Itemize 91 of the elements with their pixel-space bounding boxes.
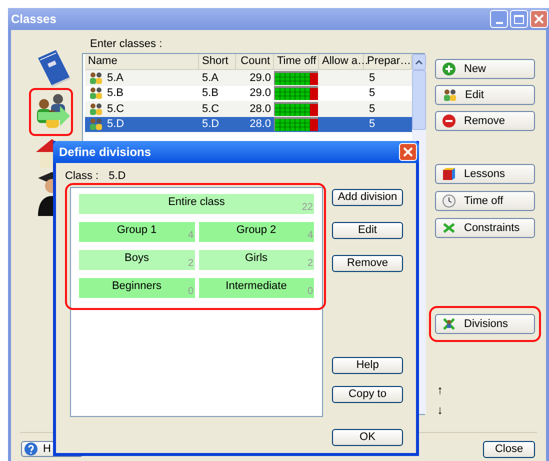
table-cell-text: 5.D [107,117,124,132]
table-cell: 5.D [202,118,220,130]
help-icon [24,442,38,456]
dialog-title: Define divisions [59,144,152,161]
section-label: Enter classes : [90,38,162,52]
minus-icon [442,114,456,128]
time-off-bar [274,117,318,132]
minimize-button[interactable] [490,10,508,28]
column-header[interactable]: Short [199,54,236,69]
plus-icon [442,62,456,76]
tile-label: Girls [244,250,268,266]
move-down-arrow[interactable]: ↓ [437,404,443,416]
action-button[interactable]: Edit [435,85,535,105]
cube-icon [442,167,456,181]
maximize-button[interactable] [510,10,528,28]
member-count: 2 [188,257,194,271]
member-count: 4 [188,229,194,243]
member-count: 22 [302,201,313,215]
action-button[interactable]: Remove [435,111,535,131]
table-cell: 5.C [202,102,220,114]
dialog-button[interactable]: Edit [332,222,403,239]
action-button[interactable]: Divisions [435,314,535,334]
people-icon [88,70,103,85]
table-cell-text: 28.0 [250,102,271,116]
member-count: 2 [307,257,313,271]
table-cell-text: 5.A [107,70,124,86]
table-cell-text: 29.0 [250,86,271,101]
table-row[interactable]: 5.A 5.A 29.0 5 [85,70,412,86]
close-button[interactable] [399,143,417,161]
action-button[interactable]: Time off [435,191,535,211]
dialog-button[interactable]: Help [332,357,403,374]
action-button[interactable]: Constraints [435,218,535,238]
action-button[interactable]: Lessons [435,164,535,184]
table-cell-text: 29.0 [250,70,271,86]
time-off-bar [274,70,318,85]
member-count: 4 [307,229,313,243]
time-off-bar [274,86,318,100]
class-label: Class : [65,168,99,184]
tile-label: Group 2 [236,222,276,238]
people-icon [88,102,103,116]
move-up-arrow[interactable]: ↑ [437,384,443,396]
tile-label: Boys [124,250,149,266]
tile-label: Entire class [168,194,225,210]
scroll-up-button[interactable] [412,54,426,70]
table-row[interactable]: 5.C 5.C 28.0 5 [85,101,412,116]
caret-icon [415,60,423,64]
division-tile[interactable]: Group 1 4 [79,222,194,242]
people-icon [88,86,103,100]
time-off-bar [274,102,318,116]
dialog-button[interactable]: Copy to [332,386,403,403]
division-tile[interactable]: Intermediate 0 [198,278,314,298]
table-cell: 5 [369,72,376,84]
table-cell: 5 [369,118,376,130]
dialog-button[interactable]: Add division [332,189,403,206]
member-count: 0 [307,285,313,299]
people-icon [442,88,457,102]
people-icon [88,117,103,132]
division-tile[interactable]: Boys 2 [79,250,194,270]
column-header[interactable]: Count [236,54,274,69]
tile-label: Group 1 [116,222,157,238]
division-tile[interactable]: Girls 2 [198,250,314,270]
close-button[interactable]: Close [483,441,535,458]
division-tile[interactable]: Beginners 0 [79,278,194,298]
division-tile[interactable]: Group 2 4 [198,222,314,242]
table-cell-text: 5.B [107,86,124,101]
close-button[interactable] [530,10,548,28]
window-title: Classes [11,11,58,28]
ok-button[interactable]: OK [332,429,403,446]
column-header[interactable]: Name [85,54,199,69]
table-cell: 5 [369,87,376,99]
table-cell-text: 28.0 [250,117,271,132]
table-cell-text: 5.C [107,102,124,116]
table-cell: 5.B [202,87,219,99]
table-cell: 5.A [202,72,219,84]
close-icon [534,14,544,24]
crossed-arrows-icon [442,221,456,235]
table-cell: 5 [369,102,376,114]
member-count: 0 [188,285,194,299]
action-button[interactable]: New [435,59,535,79]
table-row[interactable]: 5.B 5.B 29.0 5 [85,86,412,101]
close-icon [403,147,413,157]
clock-icon [442,194,456,208]
column-header[interactable]: Time off [274,54,319,69]
divisions-icon [442,317,456,331]
dialog-button[interactable]: Remove [332,255,403,272]
scroll-thumb[interactable] [412,70,426,130]
tile-label: Beginners [112,278,162,294]
table-row[interactable]: 5.D 5.D 28.0 5 [85,116,412,132]
tile-label: Intermediate [226,278,287,294]
class-value: 5.D [108,168,126,184]
division-tile[interactable]: Entire class 22 [79,194,314,214]
